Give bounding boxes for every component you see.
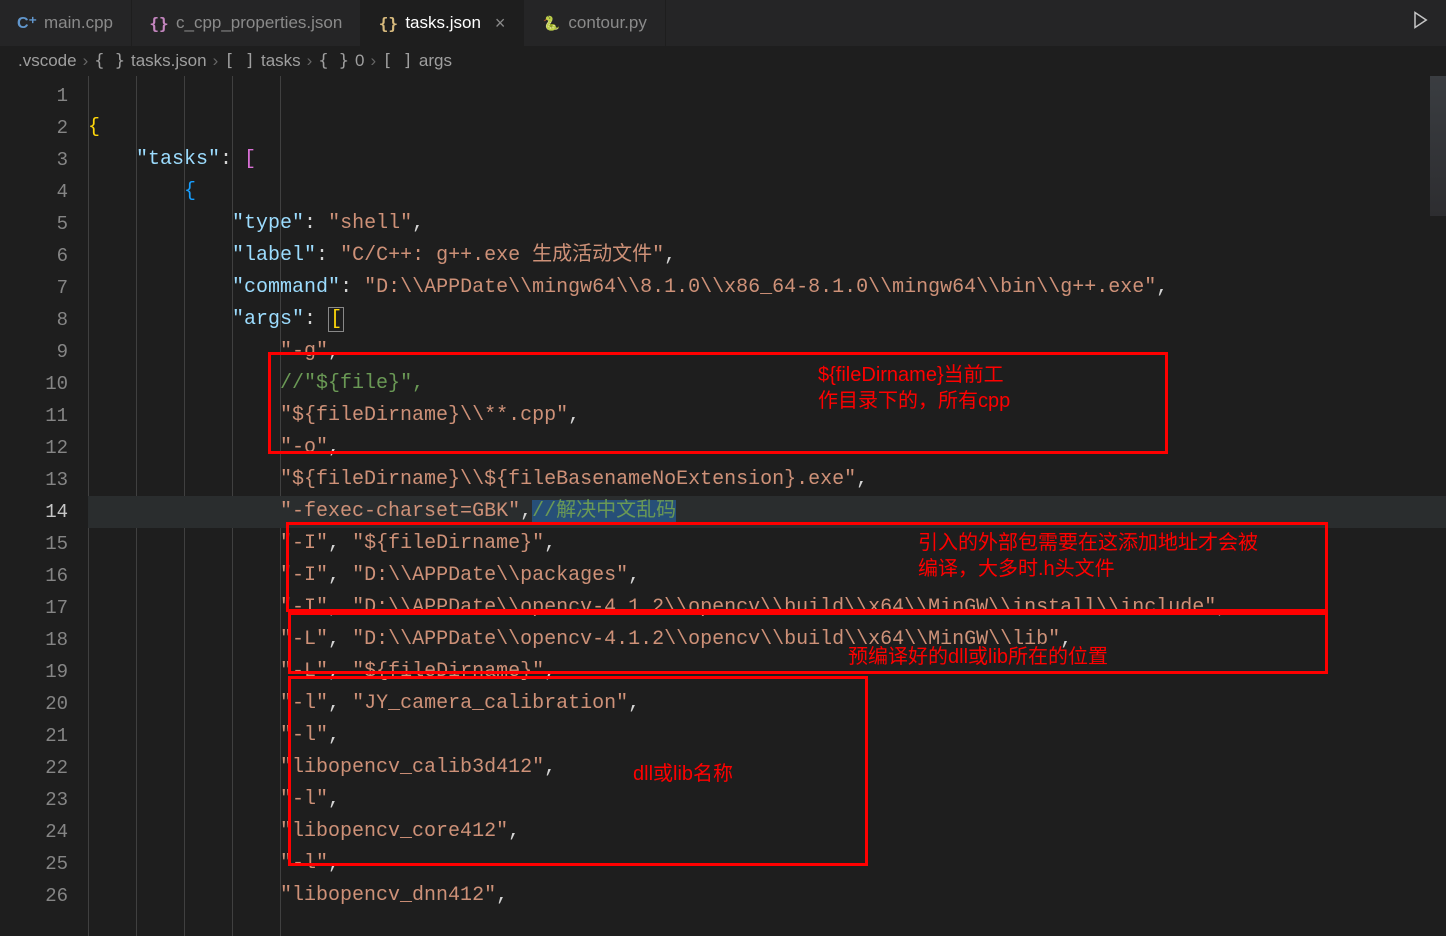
line-number: 8 bbox=[0, 304, 68, 336]
code-line[interactable]: "-g", bbox=[88, 336, 1446, 368]
line-number: 2 bbox=[0, 112, 68, 144]
tab-main-cpp[interactable]: C⁺ main.cpp bbox=[0, 0, 132, 46]
line-number: 20 bbox=[0, 688, 68, 720]
chevron-right-icon: › bbox=[307, 51, 313, 71]
tab-contour-py[interactable]: 🐍 contour.py bbox=[524, 0, 665, 46]
code-line[interactable]: "-l", bbox=[88, 720, 1446, 752]
code-area[interactable]: { "tasks": [ { "type": "shell", "label":… bbox=[88, 76, 1446, 936]
braces-icon: {} bbox=[150, 14, 168, 32]
line-number: 18 bbox=[0, 624, 68, 656]
line-number: 19 bbox=[0, 656, 68, 688]
code-line[interactable]: "command": "D:\\APPDate\\mingw64\\8.1.0\… bbox=[88, 272, 1446, 304]
code-line[interactable]: "libopencv_dnn412", bbox=[88, 880, 1446, 912]
code-line[interactable]: "-l", "JY_camera_calibration", bbox=[88, 688, 1446, 720]
tab-label: tasks.json bbox=[405, 13, 481, 33]
chevron-right-icon: › bbox=[213, 51, 219, 71]
close-icon[interactable]: × bbox=[495, 13, 506, 34]
code-line[interactable]: "${fileDirname}\\${fileBasenameNoExtensi… bbox=[88, 464, 1446, 496]
line-number: 15 bbox=[0, 528, 68, 560]
line-number: 10 bbox=[0, 368, 68, 400]
code-line[interactable]: "-L", "D:\\APPDate\\opencv-4.1.2\\opencv… bbox=[88, 624, 1446, 656]
crumb-root[interactable]: .vscode bbox=[18, 51, 77, 71]
code-line[interactable]: { bbox=[88, 112, 1446, 144]
tab-tasks-json[interactable]: {} tasks.json × bbox=[361, 0, 524, 46]
code-line[interactable]: "-fexec-charset=GBK",//解决中文乱码 bbox=[88, 496, 1446, 528]
chevron-right-icon: › bbox=[83, 51, 89, 71]
line-number: 24 bbox=[0, 816, 68, 848]
line-number: 23 bbox=[0, 784, 68, 816]
line-number: 26 bbox=[0, 880, 68, 912]
code-line[interactable]: "-I", "D:\\APPDate\\opencv-4.1.2\\opencv… bbox=[88, 592, 1446, 624]
code-line[interactable]: "-I", "D:\\APPDate\\packages", bbox=[88, 560, 1446, 592]
code-line[interactable] bbox=[88, 80, 1446, 112]
cpp-icon: C⁺ bbox=[18, 14, 36, 32]
python-icon: 🐍 bbox=[542, 14, 560, 32]
line-number: 4 bbox=[0, 176, 68, 208]
line-number: 9 bbox=[0, 336, 68, 368]
code-line[interactable]: "-I", "${fileDirname}", bbox=[88, 528, 1446, 560]
line-number: 17 bbox=[0, 592, 68, 624]
code-line[interactable]: "args": [ bbox=[88, 304, 1446, 336]
braces-icon: {} bbox=[379, 14, 397, 32]
line-number: 25 bbox=[0, 848, 68, 880]
line-number-gutter: 1 2 3 4 5 6 7 8 9 10 11 12 13 14 15 16 1… bbox=[0, 76, 88, 936]
line-number: 1 bbox=[0, 80, 68, 112]
code-line[interactable]: "libopencv_calib3d412", bbox=[88, 752, 1446, 784]
code-line[interactable]: "-L", "${fileDirname}", bbox=[88, 656, 1446, 688]
line-number: 12 bbox=[0, 432, 68, 464]
line-number: 6 bbox=[0, 240, 68, 272]
run-area bbox=[1394, 0, 1446, 46]
line-number: 5 bbox=[0, 208, 68, 240]
line-number: 11 bbox=[0, 400, 68, 432]
code-line[interactable]: "${fileDirname}\\**.cpp", bbox=[88, 400, 1446, 432]
breadcrumb[interactable]: .vscode › { } tasks.json › [ ] tasks › {… bbox=[0, 46, 1446, 76]
code-line[interactable]: "libopencv_core412", bbox=[88, 816, 1446, 848]
tab-label: c_cpp_properties.json bbox=[176, 13, 342, 33]
code-line[interactable]: "tasks": [ bbox=[88, 144, 1446, 176]
braces-icon: { } bbox=[94, 51, 125, 71]
line-number: 21 bbox=[0, 720, 68, 752]
line-number: 14 bbox=[0, 496, 68, 528]
line-number: 3 bbox=[0, 144, 68, 176]
code-line[interactable]: { bbox=[88, 176, 1446, 208]
code-line[interactable]: "type": "shell", bbox=[88, 208, 1446, 240]
crumb-file[interactable]: tasks.json bbox=[131, 51, 207, 71]
line-number: 7 bbox=[0, 272, 68, 304]
editor[interactable]: 1 2 3 4 5 6 7 8 9 10 11 12 13 14 15 16 1… bbox=[0, 76, 1446, 936]
array-icon: [ ] bbox=[382, 51, 413, 71]
line-number: 22 bbox=[0, 752, 68, 784]
code-line[interactable]: "-l", bbox=[88, 848, 1446, 880]
tab-bar: C⁺ main.cpp {} c_cpp_properties.json {} … bbox=[0, 0, 1446, 46]
chevron-right-icon: › bbox=[371, 51, 377, 71]
tab-label: contour.py bbox=[568, 13, 646, 33]
minimap[interactable] bbox=[1430, 76, 1446, 216]
tab-label: main.cpp bbox=[44, 13, 113, 33]
crumb-tasks[interactable]: tasks bbox=[261, 51, 301, 71]
object-icon: { } bbox=[318, 51, 349, 71]
code-line[interactable]: "label": "C/C++: g++.exe 生成活动文件", bbox=[88, 240, 1446, 272]
code-line[interactable]: //"${file}", bbox=[88, 368, 1446, 400]
array-icon: [ ] bbox=[224, 51, 255, 71]
line-number: 16 bbox=[0, 560, 68, 592]
line-number: 13 bbox=[0, 464, 68, 496]
tab-c-cpp-properties[interactable]: {} c_cpp_properties.json bbox=[132, 0, 361, 46]
crumb-index[interactable]: 0 bbox=[355, 51, 364, 71]
play-icon[interactable] bbox=[1410, 10, 1430, 37]
crumb-args[interactable]: args bbox=[419, 51, 452, 71]
code-line[interactable]: "-l", bbox=[88, 784, 1446, 816]
code-line[interactable]: "-o", bbox=[88, 432, 1446, 464]
